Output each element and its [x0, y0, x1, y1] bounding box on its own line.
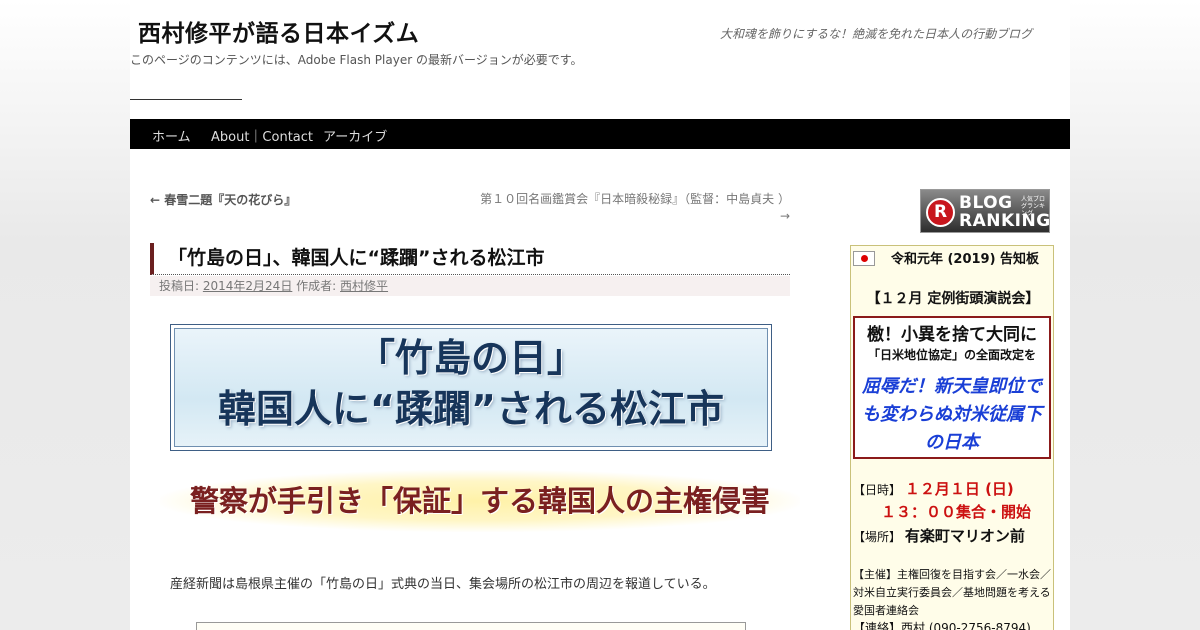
- post-banner: 「竹島の日」 韓国人に“蹂躙”される松江市: [170, 324, 772, 451]
- blog-ranking-badge[interactable]: R BLOG RANKING 人気ブログランキング: [920, 189, 1050, 233]
- main-nav: ホーム About｜Contact アーカイブ: [130, 119, 1070, 149]
- post-title[interactable]: 「竹島の日」、韓国人に“蹂躙”される松江市: [150, 243, 790, 275]
- ranking-text-blog: BLOG: [959, 193, 1013, 213]
- slogan-line-3: 屈辱だ！新天皇即位でも変わらぬ対米従属下の日本: [862, 376, 1042, 453]
- header-divider: [130, 99, 242, 100]
- site-title[interactable]: 西村修平が語る日本イズム: [138, 14, 419, 48]
- prev-post-link[interactable]: ← 春雪二題『天の花びら』: [150, 191, 296, 208]
- post-body-paragraph: 産経新聞は島根県主催の「竹島の日」式典の当日、集会場所の松江市の周辺を報道してい…: [170, 577, 716, 592]
- notice-board-widget: 令和元年 (2019) 告知板 【１２月 定例街頭演説会】 檄！小異を捨て大同に…: [850, 245, 1054, 630]
- posted-on-label: 投稿日:: [159, 279, 200, 293]
- ranking-small-text: 人気ブログランキング: [1021, 196, 1046, 217]
- post-subheading: 警察が手引き「保証」する韓国人の主権侵害: [160, 470, 800, 532]
- banner-line-2: 韓国人に“蹂躙”される松江市: [218, 387, 724, 431]
- banner-line-1: 「竹島の日」: [356, 336, 585, 380]
- post-date-link[interactable]: 2014年2月24日: [203, 279, 292, 293]
- time-value: １３：００集合・開始: [881, 503, 1032, 521]
- site-tagline: 大和魂を飾りにするな！絶滅を免れた日本人の行動ブログ: [720, 27, 1033, 41]
- date-label: 【日時】: [853, 483, 902, 497]
- slogan-line-2: 「日米地位協定」の全面改定を: [867, 348, 1036, 362]
- post-author-link[interactable]: 西村修平: [340, 279, 388, 293]
- notice-title: 令和元年 (2019) 告知板: [890, 252, 1040, 267]
- date-value: １２月１日 (日): [904, 480, 1014, 498]
- next-post-link[interactable]: 第１０回名画鑑賞会『日本暗殺秘録』（監督：中島貞夫 ） →: [475, 191, 790, 225]
- notice-time-row: １３：００集合・開始: [881, 501, 1031, 522]
- post-meta: 投稿日: 2014年2月24日 作成者: 西村修平: [150, 276, 790, 296]
- notice-organizer: 【主催】主権回復を目指す会／一水会／対米自立実行委員会／基地問題を考える愛国者連…: [853, 566, 1053, 620]
- flash-player-notice: このページのコンテンツには、Adobe Flash Player の最新バージョ…: [130, 53, 583, 67]
- nav-item-archive[interactable]: アーカイブ: [323, 126, 387, 145]
- nav-item-home[interactable]: ホーム: [152, 126, 191, 145]
- contact-value: 西村 (090-2756-8794): [901, 621, 1031, 630]
- next-arrow-icon: →: [779, 209, 790, 223]
- author-label: 作成者:: [296, 279, 337, 293]
- notice-slogan-box: 檄！小異を捨て大同に 「日米地位協定」の全面改定を 屈辱だ！新天皇即位でも変わら…: [853, 316, 1051, 459]
- notice-place-row: 【場所】 有楽町マリオン前: [853, 525, 1025, 546]
- notice-event-heading: 【１２月 定例街頭演説会】: [866, 291, 1040, 307]
- contact-label: 【連絡】: [853, 621, 902, 630]
- ranking-r-icon: R: [926, 198, 955, 227]
- notice-date-row: 【日時】 １２月１日 (日): [853, 478, 1014, 499]
- organizer-label: 【主催】: [853, 568, 897, 581]
- post-banner-inner: 「竹島の日」 韓国人に“蹂躙”される松江市: [174, 328, 768, 447]
- slogan-line-1: 檄！小異を捨て大同に: [867, 325, 1037, 345]
- notice-contact: 【連絡】西村 (090-2756-8794): [853, 619, 1031, 630]
- next-post-title: 第１０回名画鑑賞会『日本暗殺秘録』（監督：中島貞夫 ）: [480, 192, 790, 206]
- nav-item-about-contact[interactable]: About｜Contact: [211, 126, 313, 145]
- place-value: 有楽町マリオン前: [904, 527, 1025, 545]
- place-label: 【場所】: [853, 530, 902, 544]
- page-container: 西村修平が語る日本イズム 大和魂を飾りにするな！絶滅を免れた日本人の行動ブログ …: [130, 0, 1070, 630]
- quoted-article-box: [196, 622, 746, 630]
